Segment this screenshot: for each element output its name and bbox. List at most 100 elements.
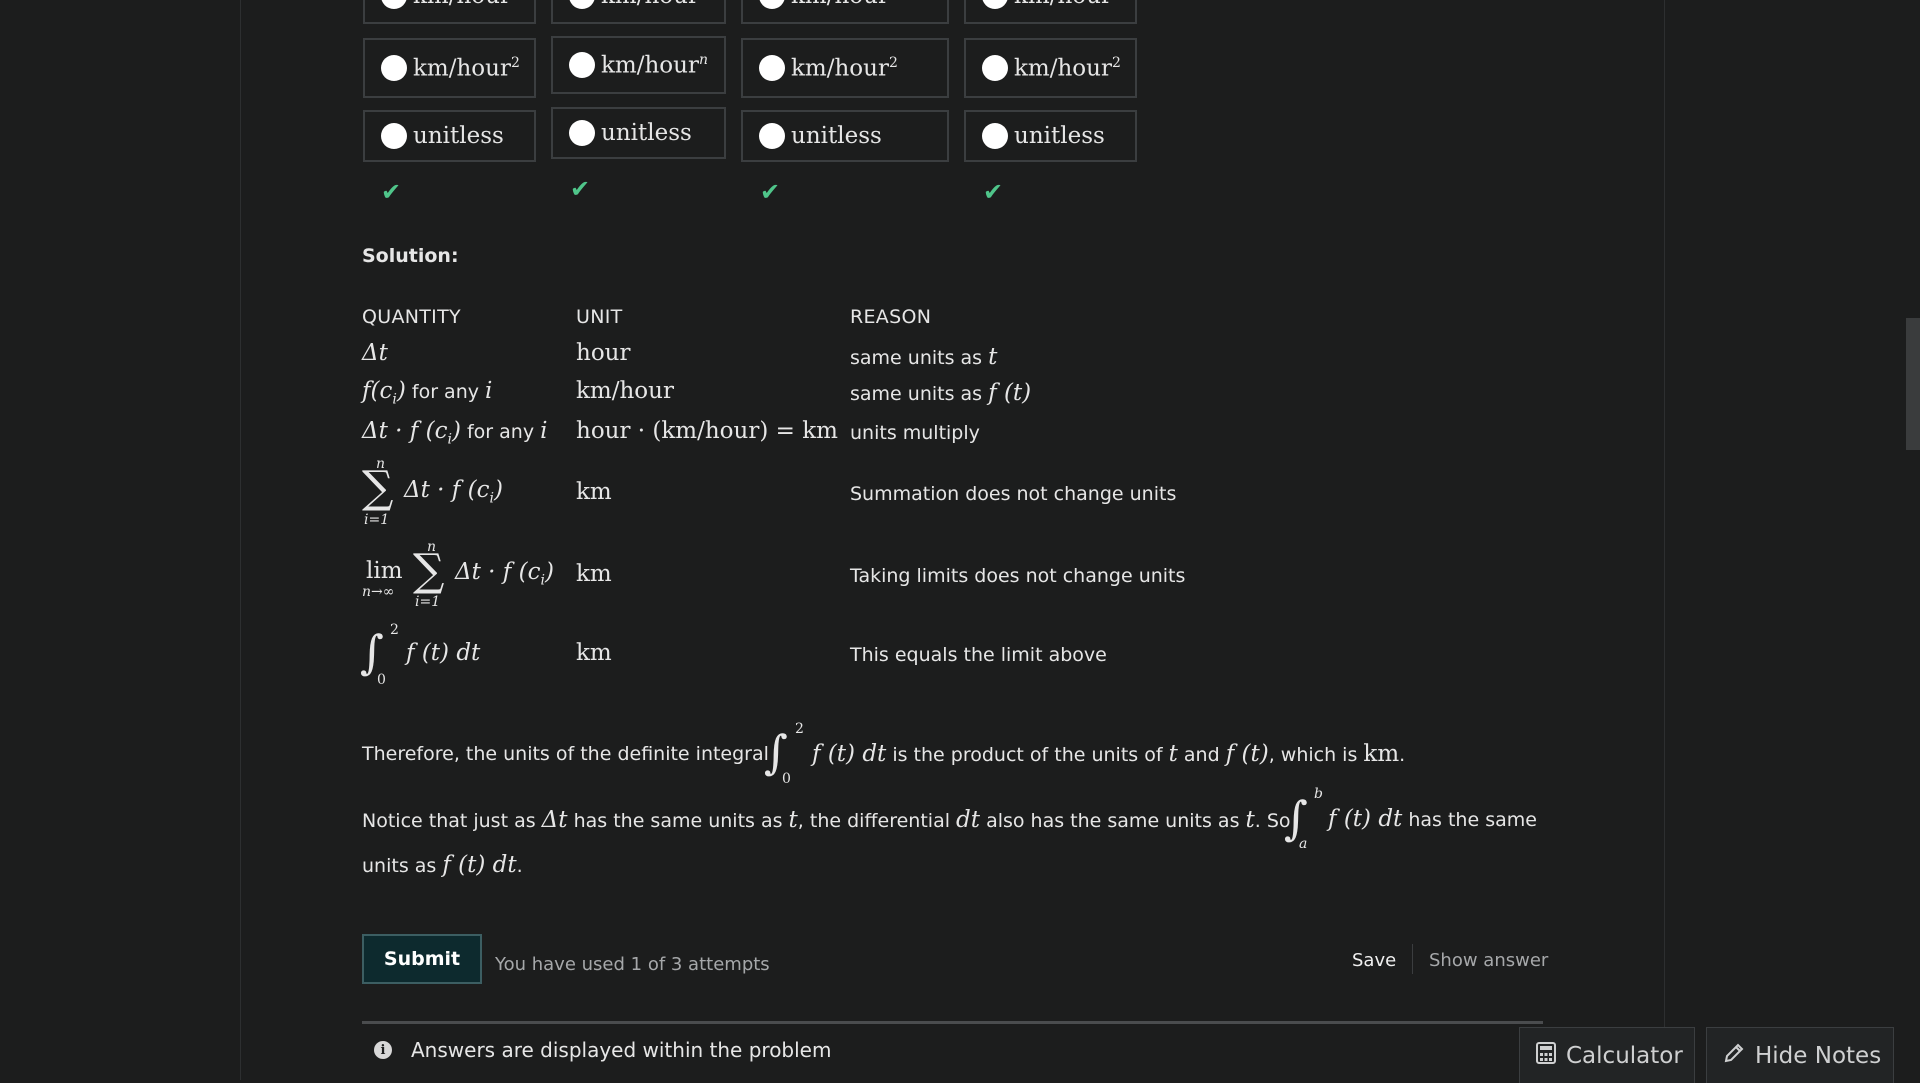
quantity-close: ) (493, 477, 503, 503)
option-label: km/hour (413, 55, 511, 82)
radio-button[interactable] (982, 0, 1008, 9)
save-button[interactable]: Save (1352, 950, 1396, 971)
quantity-sum-expr: Δt · f (ci) (404, 477, 503, 507)
reason-math: f (t) (988, 380, 1032, 406)
unit-hour: hour (576, 340, 631, 366)
para2-line1-end: f (t) dt has the same (1328, 806, 1537, 832)
radio-button[interactable] (381, 123, 407, 149)
quantity-lim-expr: Δt · f (ci) (455, 559, 554, 589)
hide-notes-button[interactable]: Hide Notes (1706, 1027, 1894, 1083)
para1-c: and (1183, 744, 1220, 766)
option-row2-col2[interactable]: km/hourn (551, 36, 726, 94)
right-margin (1664, 0, 1920, 1080)
para2-d: also has the same units as (986, 810, 1240, 832)
show-answer-button[interactable]: Show answer (1429, 950, 1548, 971)
reason-math: t (988, 344, 998, 370)
radio-button[interactable] (759, 0, 785, 9)
para2-t2: t (1245, 807, 1255, 833)
divider (1412, 944, 1413, 974)
quantity-text: for any (411, 381, 479, 403)
sigma-symbol: ∑ (362, 462, 394, 513)
option-label: km/hour (601, 52, 699, 79)
option-exponent: 2 (888, 54, 898, 71)
checkmark-icon: ✔ (760, 178, 781, 206)
option-label: unitless (601, 120, 692, 146)
calculator-icon (1536, 1041, 1556, 1070)
checkmark-icon: ✔ (381, 178, 402, 206)
para2-line2: units as f (t) dt. (362, 852, 523, 878)
option-label: unitless (413, 123, 504, 149)
radio-button[interactable] (982, 55, 1008, 81)
reason-row3: units multiply (850, 422, 980, 444)
para2-line1: Notice that just as Δt has the same unit… (362, 807, 1291, 833)
int-lower: a (1299, 836, 1308, 852)
submit-button[interactable]: Submit (362, 934, 482, 984)
option-row1-col1[interactable]: km/hour (363, 0, 536, 24)
int-upper: 2 (390, 622, 399, 638)
option-row2-col1[interactable]: km/hour2 (363, 38, 536, 98)
option-row1-col3[interactable]: km/hour (741, 0, 949, 24)
quantity-close: ) (451, 418, 461, 444)
radio-button[interactable] (381, 0, 407, 9)
sum-lower: i=1 (415, 594, 441, 610)
reason-text: same units as (850, 383, 983, 405)
para1-t: t (1168, 741, 1178, 767)
para2-expr2: f (t) dt (442, 852, 517, 878)
reason-row1: same units as t (850, 344, 997, 370)
radio-button[interactable] (759, 55, 785, 81)
int-lower: 0 (377, 672, 386, 688)
calculator-button[interactable]: Calculator (1519, 1027, 1695, 1083)
para1-rest: f (t) dt is the product of the units of … (812, 741, 1405, 767)
quantity-expr: Δt · f (c (455, 559, 541, 585)
scrollbar-thumb[interactable] (1906, 318, 1920, 450)
option-label: km/hour (601, 0, 699, 9)
lim-text: lim (366, 558, 403, 584)
option-label: km/hour (791, 55, 889, 82)
left-margin (0, 0, 241, 1080)
para2-g: units as (362, 855, 437, 877)
para1-a: Therefore, the units of the definite int… (362, 743, 769, 765)
option-row2-col4[interactable]: km/hour2 (964, 38, 1137, 98)
para1-km: km (1363, 741, 1400, 767)
column-header-unit: UNIT (576, 306, 623, 328)
para1-b: is the product of the units of (892, 744, 1163, 766)
checkmark-icon: ✔ (570, 175, 591, 203)
option-row3-col1[interactable]: unitless (363, 110, 536, 162)
option-row3-col2[interactable]: unitless (551, 107, 726, 159)
option-row3-col4[interactable]: unitless (964, 110, 1137, 162)
option-label: unitless (1014, 123, 1105, 149)
option-label: km/hour (1014, 55, 1112, 82)
reason-row4: Summation does not change units (850, 483, 1177, 505)
reason-text: same units as (850, 347, 983, 369)
int-lower: 0 (782, 771, 791, 787)
unit-km-int: km (576, 640, 612, 666)
hide-notes-label: Hide Notes (1755, 1042, 1882, 1069)
option-label: km/hour (791, 0, 889, 9)
para2-c: , the differential (797, 810, 950, 832)
radio-button[interactable] (759, 123, 785, 149)
option-row1-col2[interactable]: km/hour (551, 0, 726, 24)
info-message: Answers are displayed within the problem (411, 1038, 832, 1062)
column-header-quantity: QUANTITY (362, 306, 461, 328)
radio-button[interactable] (569, 120, 595, 146)
quantity-f-ci: f(ci) for any i (362, 378, 492, 408)
para1-d: , which is (1268, 744, 1358, 766)
scrollbar[interactable] (1906, 0, 1920, 1080)
option-row2-col3[interactable]: km/hour2 (741, 38, 949, 98)
radio-button[interactable] (982, 123, 1008, 149)
quantity-delta-t: Δt (362, 340, 388, 366)
option-row3-col3[interactable]: unitless (741, 110, 949, 162)
para2-expr: f (t) dt (1328, 806, 1403, 832)
option-row1-col4[interactable]: km/hour (964, 0, 1137, 24)
quantity-var: i (540, 418, 548, 444)
radio-button[interactable] (381, 55, 407, 81)
radio-button[interactable] (569, 0, 595, 9)
info-icon: i (374, 1041, 392, 1059)
radio-button[interactable] (569, 52, 595, 78)
reason-row6: This equals the limit above (850, 644, 1107, 666)
sum-lower: i=1 (364, 512, 390, 528)
quantity-text: for any (466, 421, 535, 443)
option-label: km/hour (413, 0, 511, 9)
section-divider (362, 1021, 1543, 1024)
para1-e: . (1399, 744, 1406, 766)
